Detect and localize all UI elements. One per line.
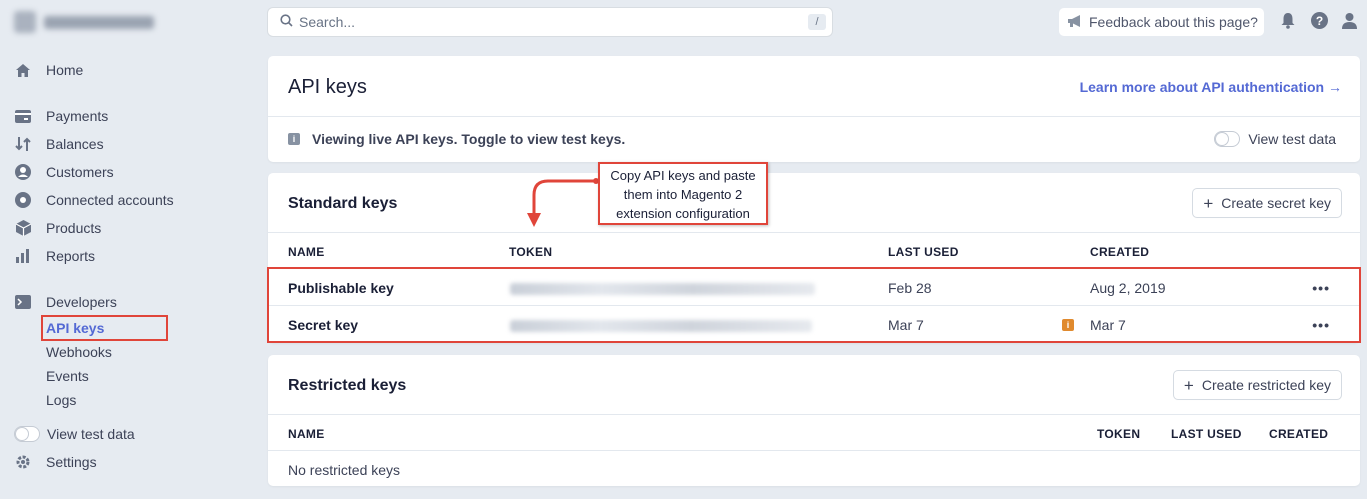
plus-icon: + xyxy=(1183,375,1194,395)
help-icon[interactable]: ? xyxy=(1311,12,1329,30)
products-icon xyxy=(14,219,32,237)
bell-icon[interactable] xyxy=(1280,12,1298,30)
divider xyxy=(268,414,1360,415)
home-icon xyxy=(14,61,32,79)
toggle-switch[interactable] xyxy=(14,426,40,442)
megaphone-icon xyxy=(1067,14,1083,31)
learn-more-link[interactable]: Learn more about API authentication → xyxy=(1080,79,1342,95)
account-name xyxy=(44,15,154,29)
annotation-callout: Copy API keys and paste them into Magent… xyxy=(598,162,768,225)
plus-icon: + xyxy=(1203,193,1214,213)
connected-accounts-icon xyxy=(14,191,32,209)
sidebar-item-home[interactable]: Home xyxy=(14,59,83,81)
api-keys-card: API keys Learn more about API authentica… xyxy=(268,56,1360,162)
button-label: Create secret key xyxy=(1221,195,1331,211)
account-logo xyxy=(14,11,36,33)
sidebar-item-label: Reports xyxy=(46,248,96,264)
create-secret-key-button[interactable]: + Create secret key xyxy=(1193,189,1341,217)
section-title: Restricted keys xyxy=(288,377,407,394)
sidebar-item-label: Payments xyxy=(46,108,109,124)
sidebar-item-label: Connected accounts xyxy=(46,192,174,208)
sidebar-subitem-webhooks[interactable]: Webhooks xyxy=(46,344,112,364)
create-restricted-key-button[interactable]: + Create restricted key xyxy=(1173,371,1341,399)
sidebar-subitem-events[interactable]: Events xyxy=(46,368,89,388)
search-icon xyxy=(280,14,293,30)
column-header-last-used: LAST USED xyxy=(1171,427,1242,441)
section-title: Standard keys xyxy=(288,195,398,212)
search-shortcut: / xyxy=(808,14,826,30)
sidebar-item-label: Settings xyxy=(46,454,97,470)
feedback-label: Feedback about this page? xyxy=(1089,14,1258,30)
column-header-created: CREATED xyxy=(1269,427,1329,441)
search-placeholder: Search... xyxy=(299,14,356,30)
sidebar-item-products[interactable]: Products xyxy=(14,217,101,239)
sidebar: Home Payments Balances Customers Connect… xyxy=(0,0,250,499)
sidebar-item-label: Balances xyxy=(46,136,104,152)
sidebar-item-connected-accounts[interactable]: Connected accounts xyxy=(14,189,174,211)
account-switcher[interactable] xyxy=(14,10,154,34)
feedback-button[interactable]: Feedback about this page? xyxy=(1059,8,1264,36)
restricted-keys-card: Restricted keys + Create restricted key … xyxy=(268,355,1360,486)
sidebar-item-label: Customers xyxy=(46,164,114,180)
sidebar-item-customers[interactable]: Customers xyxy=(14,161,114,183)
sidebar-item-label: Products xyxy=(46,220,102,236)
toggle-label: View test data xyxy=(1248,131,1336,147)
live-keys-notice: i Viewing live API keys. Toggle to view … xyxy=(288,131,625,147)
column-header-last-used: LAST USED xyxy=(888,245,959,259)
gear-icon xyxy=(14,453,32,471)
sidebar-item-balances[interactable]: Balances xyxy=(14,133,104,155)
user-icon[interactable] xyxy=(1341,12,1359,30)
reports-icon xyxy=(14,247,32,265)
sidebar-subitem-logs[interactable]: Logs xyxy=(46,392,76,412)
api-keys-highlight xyxy=(41,315,168,341)
empty-state-text: No restricted keys xyxy=(288,462,401,478)
payments-icon xyxy=(14,107,32,125)
balances-icon xyxy=(14,135,32,153)
notice-text: Viewing live API keys. Toggle to view te… xyxy=(312,131,626,147)
sidebar-item-settings[interactable]: Settings xyxy=(14,451,97,473)
sidebar-item-label: Home xyxy=(46,62,84,78)
divider xyxy=(268,450,1360,451)
sidebar-item-label: Developers xyxy=(46,294,117,310)
button-label: Create restricted key xyxy=(1201,377,1331,393)
info-icon: i xyxy=(288,133,300,145)
view-test-data-toggle[interactable]: View test data xyxy=(1214,131,1336,147)
annotation-arrow xyxy=(527,178,599,227)
customers-icon xyxy=(14,163,32,181)
divider xyxy=(268,232,1360,233)
search-input[interactable]: Search... / xyxy=(268,8,832,36)
sidebar-view-test-data-toggle[interactable]: View test data xyxy=(14,423,135,445)
column-header-token: TOKEN xyxy=(509,245,553,259)
column-header-created: CREATED xyxy=(1090,245,1150,259)
sidebar-item-developers[interactable]: Developers xyxy=(14,291,117,313)
toggle-switch[interactable] xyxy=(1214,131,1241,147)
toggle-label: View test data xyxy=(47,426,135,442)
column-header-name: NAME xyxy=(288,427,325,441)
column-header-token: TOKEN xyxy=(1097,427,1141,441)
sidebar-item-reports[interactable]: Reports xyxy=(14,245,95,267)
svg-text:?: ? xyxy=(1316,14,1323,28)
divider xyxy=(268,116,1360,117)
column-header-name: NAME xyxy=(288,245,325,259)
terminal-icon xyxy=(14,293,32,311)
keys-highlight xyxy=(267,267,1361,343)
page-title: API keys xyxy=(288,76,367,98)
sidebar-item-payments[interactable]: Payments xyxy=(14,105,108,127)
